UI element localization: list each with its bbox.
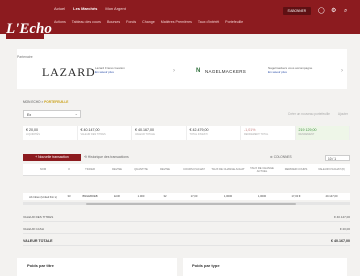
holdings-table: NOM # TICKER DEVISE QUANTITÉ DEVISE COUR… [23,164,350,200]
account-icon[interactable]: ◯ [318,8,325,14]
subnav-matieres[interactable]: Matières Premières [161,20,192,24]
chevron-right-icon[interactable]: › [173,68,175,74]
create-portfolio-link[interactable]: Créer un nouveau portefeuille [288,112,330,116]
history-link[interactable]: ⟲ Historique des transactions [84,153,129,161]
row-buy-value: 40.147,00 [325,195,338,198]
col-hash: # [68,168,70,171]
breadcrumb: MON ECHO > PORTEFEUILLE [23,100,69,104]
scrollbar-thumb[interactable] [86,202,296,205]
stat-return: 219 129,00 RENDEMENT [295,126,350,140]
stats-bar: € 20,00 LIQUIDITÉS € 40.147,00 VALEUR DES … [23,126,350,140]
subscribe-button[interactable]: S'ABONNER [282,7,311,15]
horizontal-scrollbar[interactable] [23,202,350,205]
portfolio-select[interactable]: Ex [23,110,81,118]
subnav-taux[interactable]: Taux d'intérêt [198,20,219,24]
col-buy-price[interactable]: COURS D'ACHAT [177,168,211,171]
subnav-fonds[interactable]: Fonds [126,20,136,24]
total-securities-label: VALEUR DES TITRES [23,215,54,219]
table-row[interactable]: Ab Inbev (United Kin ▾) 33 BNGEBOEB EUR … [23,193,350,200]
breadcrumb-current: PORTEFEUILLE [44,100,69,104]
search-icon[interactable]: ⌕ [344,8,350,14]
subnav-tableau[interactable]: Tableau des cours [72,20,101,24]
subnav-bourses[interactable]: Bourses [107,20,120,24]
row-last-price: 17,00 € [291,195,301,198]
total-securities-row: VALEUR DES TITRES € 40.147,00 [23,213,350,222]
lazard-text: Lazard Frères Gestion En savoir plus [95,66,125,74]
table-header: NOM # TICKER DEVISE QUANTITÉ DEVISE COUR… [23,164,350,176]
subnav-actions[interactable]: Actions [54,20,66,24]
lazard-link[interactable]: En savoir plus [95,70,125,74]
chevron-right-icon[interactable]: › [341,68,343,74]
row-buy-fx: 1,0000 [223,195,233,198]
col-devise[interactable]: DEVISE [153,168,177,171]
row-name[interactable]: Ab Inbev (United Kin ▾) [23,195,63,199]
total-value-value: € 40.167,00 [331,239,350,243]
promo-label: Partenaire [17,55,33,59]
add-link[interactable]: Ajouter [338,112,348,116]
columns-toggle[interactable]: ⚙ COLONNES [270,153,292,161]
total-cash-row: VALEUR CASH € 20,00 [23,225,350,234]
stat-return-pct: -1,01% RENDEMENT TOTAL [241,126,296,140]
breadcrumb-home[interactable]: MON ECHO [23,100,41,104]
col-current-fx[interactable]: TAUX DE CHANGE ACTUEL [245,167,279,173]
page-size-select[interactable]: 10 / 1 [325,155,350,161]
col-buy-fx[interactable]: TAUX DE CHANGE ACHAT [211,168,245,171]
sub-nav: Actions Tableau des cours Bourses Fonds … [54,20,243,24]
row-hash: 33 [67,195,71,198]
stat-total: € 40.167,00 VALEUR TOTALE [132,126,187,140]
row-quantity: 1.000 [137,195,145,198]
col-buy-value[interactable]: VALEUR D'ACHAT (€) [313,168,350,171]
total-securities-value: € 40.147,00 [334,215,350,219]
row-devise: 32 [163,195,167,198]
lazard-logo[interactable]: LAZARD [42,65,95,80]
total-value-label: VALEUR TOTALE [23,239,53,243]
row-ticker: BNGEBOEB [82,195,98,198]
stat-invested: € 42.479,00 TOTAL INVESTI [187,126,241,140]
portfolio-actions: Créer un nouveau portefeuille Ajouter [288,112,348,116]
stat-cash: € 20,00 LIQUIDITÉS [23,126,78,140]
settings-icon[interactable]: ⚙ [331,8,337,14]
nagelmackers-text: Nagelmackers vous accompagne En savoir p… [268,66,313,74]
nagelmackers-logo-icon: N [196,68,201,74]
weight-by-type-heading: Poids par type [192,263,220,268]
row-buy-price: 17,00 [190,195,198,198]
row-currency: EUR [114,195,120,198]
total-value-row: VALEUR TOTALE € 40.167,00 [23,237,350,246]
row-current-fx: 1,0000 [257,195,267,198]
col-currency[interactable]: DEVISE [105,168,129,171]
col-last-price[interactable]: DERNIER COURS [279,168,313,171]
total-cash-value: € 20,00 [339,227,350,231]
stat-securities: € 40.147,00 VALEUR DES TITRES [78,126,132,140]
total-cash-label: VALEUR CASH [23,227,44,231]
col-name[interactable]: NOM [23,168,63,171]
nav-mon-argent[interactable]: Mon Argent [105,6,125,11]
weight-by-title-heading: Poids par titre [27,263,54,268]
logo[interactable]: L'Echo [6,20,52,39]
top-nav: Actuel Les Marchés Mon Argent [54,6,126,11]
nav-les-marches[interactable]: Les Marchés [73,6,97,11]
col-ticker[interactable]: TICKER [75,168,105,171]
nagelmackers-name[interactable]: NAGELMACKERS [205,69,246,74]
subnav-portefeuille[interactable]: Portefeuille [225,20,243,24]
nav-actuel[interactable]: Actuel [54,6,65,11]
new-transaction-button[interactable]: + Nouvelle transaction [23,154,81,161]
col-quantity[interactable]: QUANTITÉ [129,168,153,171]
top-right-tools: S'ABONNER ◯ ⚙ ⌕ [282,7,351,15]
subnav-change[interactable]: Change [142,20,155,24]
nagelmackers-link[interactable]: En savoir plus [268,70,312,74]
